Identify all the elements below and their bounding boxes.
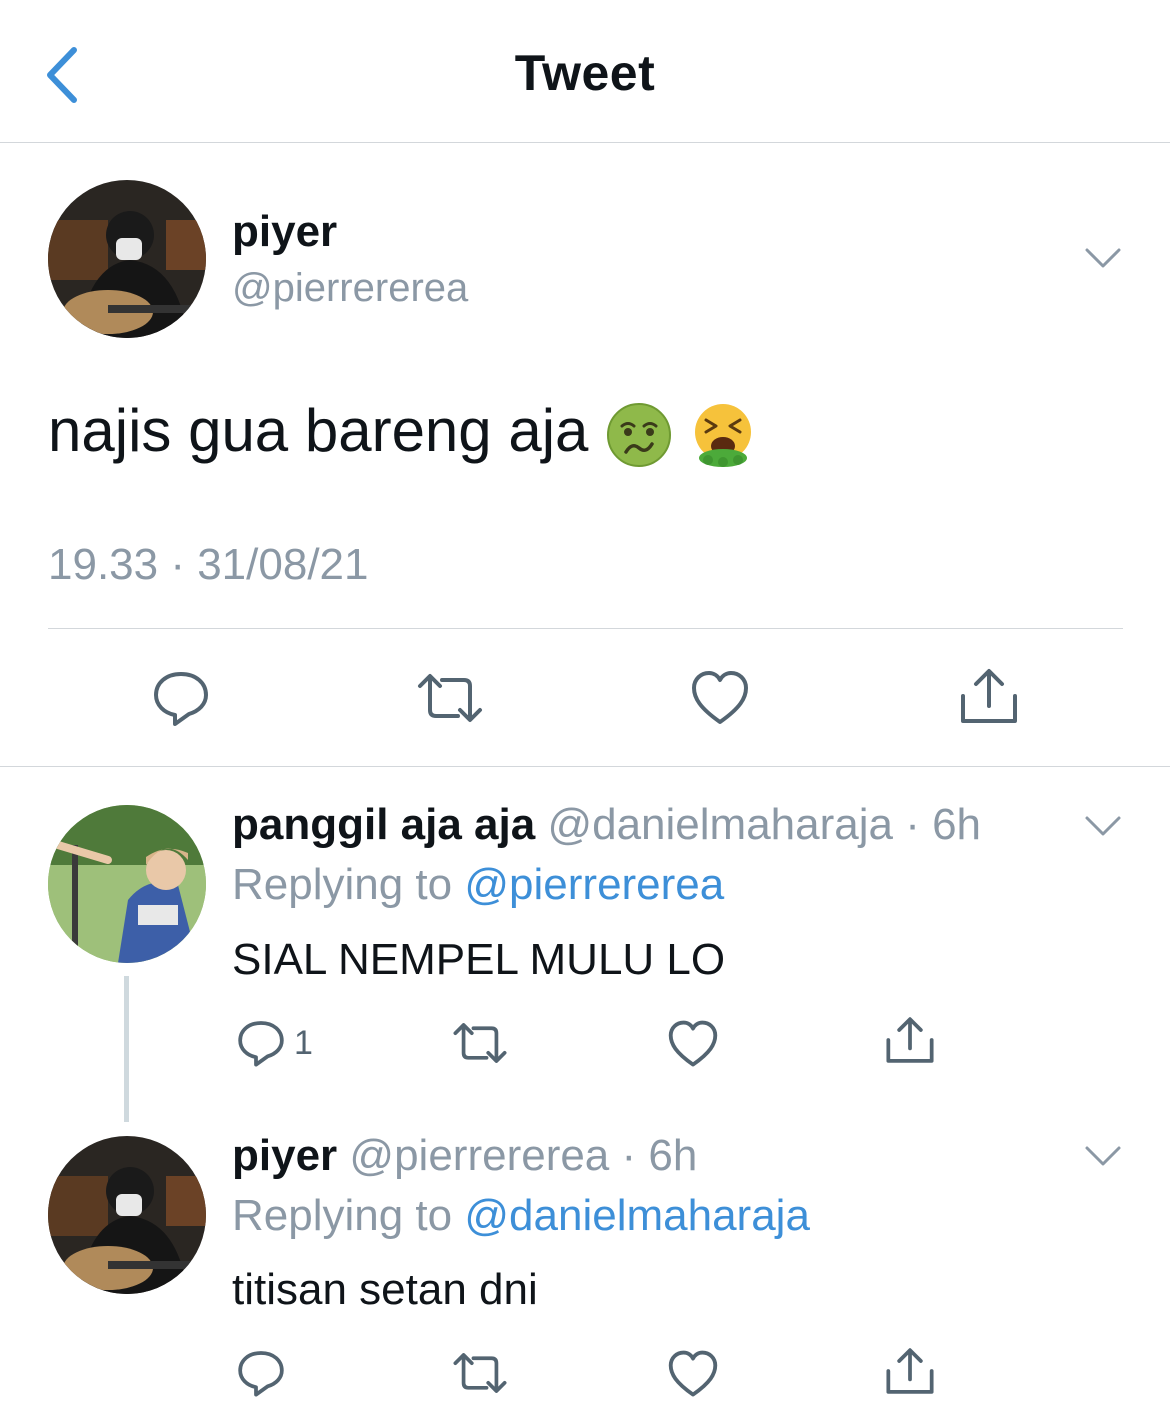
replying-to: Replying to @danielmaharaja bbox=[232, 1191, 810, 1241]
like-button[interactable] bbox=[667, 1020, 719, 1068]
reply-button[interactable] bbox=[236, 1348, 286, 1398]
replying-to-link[interactable]: @danielmaharaja bbox=[464, 1191, 810, 1240]
reply-text: SIAL NEMPEL MULU LO bbox=[232, 935, 726, 984]
tweet-menu-button[interactable] bbox=[1083, 246, 1123, 275]
avatar-image bbox=[48, 805, 206, 963]
share-button[interactable] bbox=[958, 666, 1020, 726]
author-name[interactable]: panggil aja aja bbox=[232, 800, 535, 849]
share-button[interactable] bbox=[884, 1346, 936, 1396]
author-name[interactable]: piyer bbox=[232, 1131, 337, 1180]
author-handle[interactable]: @pierrererea bbox=[232, 266, 468, 311]
share-icon bbox=[886, 1017, 934, 1063]
retweet-button[interactable] bbox=[414, 670, 486, 726]
heart-icon bbox=[668, 1350, 718, 1397]
vomiting-face-emoji bbox=[690, 402, 756, 468]
author-handle-time[interactable]: @danielmaharaja · 6h bbox=[547, 800, 981, 849]
nav-header: Tweet bbox=[0, 0, 1170, 143]
retweet-icon bbox=[453, 1023, 507, 1063]
share-button[interactable] bbox=[884, 1015, 936, 1065]
nauseated-face-emoji bbox=[606, 402, 672, 468]
retweet-icon bbox=[418, 674, 482, 722]
replying-to: Replying to @pierrererea bbox=[232, 860, 724, 910]
chevron-down-icon bbox=[1085, 248, 1121, 268]
replying-to-label: Replying to bbox=[232, 860, 453, 909]
thread-line bbox=[124, 976, 129, 1122]
reply-button[interactable] bbox=[151, 668, 211, 728]
chevron-down-icon bbox=[1085, 816, 1121, 836]
page-title: Tweet bbox=[514, 45, 656, 101]
divider bbox=[48, 628, 1123, 629]
avatar[interactable] bbox=[48, 180, 206, 338]
retweet-button[interactable] bbox=[450, 1350, 510, 1396]
replying-to-link[interactable]: @pierrererea bbox=[464, 860, 724, 909]
retweet-button[interactable] bbox=[450, 1020, 510, 1066]
like-button[interactable] bbox=[690, 670, 750, 726]
share-icon bbox=[886, 1348, 934, 1394]
reply-text: titisan setan dni bbox=[232, 1265, 538, 1314]
avatar-image bbox=[48, 1136, 206, 1294]
author-name[interactable]: piyer bbox=[232, 207, 337, 257]
divider bbox=[0, 766, 1170, 767]
tweet-text: najis gua bareng aja bbox=[48, 397, 589, 464]
reply-icon bbox=[154, 672, 208, 726]
tweet-menu-button[interactable] bbox=[1083, 814, 1123, 843]
replying-to-label: Replying to bbox=[232, 1191, 453, 1240]
tweet-text-row: najis gua bareng aja bbox=[48, 395, 756, 468]
avatar[interactable] bbox=[48, 805, 206, 963]
avatar[interactable] bbox=[48, 1136, 206, 1294]
reply-count: 1 bbox=[294, 1023, 313, 1062]
avatar-image bbox=[48, 180, 206, 338]
tweet-menu-button[interactable] bbox=[1083, 1144, 1123, 1173]
reply-icon bbox=[238, 1021, 284, 1067]
author-handle-time[interactable]: @pierrererea · 6h bbox=[349, 1131, 697, 1180]
heart-icon bbox=[668, 1020, 718, 1067]
chevron-down-icon bbox=[1085, 1146, 1121, 1166]
retweet-icon bbox=[453, 1353, 507, 1393]
tweet-timestamp[interactable]: 19.33 · 31/08/21 bbox=[48, 540, 368, 590]
reply-icon bbox=[238, 1351, 284, 1397]
reply-header: panggil aja aja @danielmaharaja · 6h bbox=[232, 800, 981, 850]
heart-icon bbox=[692, 671, 748, 724]
reply-header: piyer @pierrererea · 6h bbox=[232, 1131, 697, 1181]
like-button[interactable] bbox=[667, 1350, 719, 1398]
reply-button[interactable]: 1 bbox=[236, 1018, 313, 1068]
share-icon bbox=[961, 669, 1017, 723]
